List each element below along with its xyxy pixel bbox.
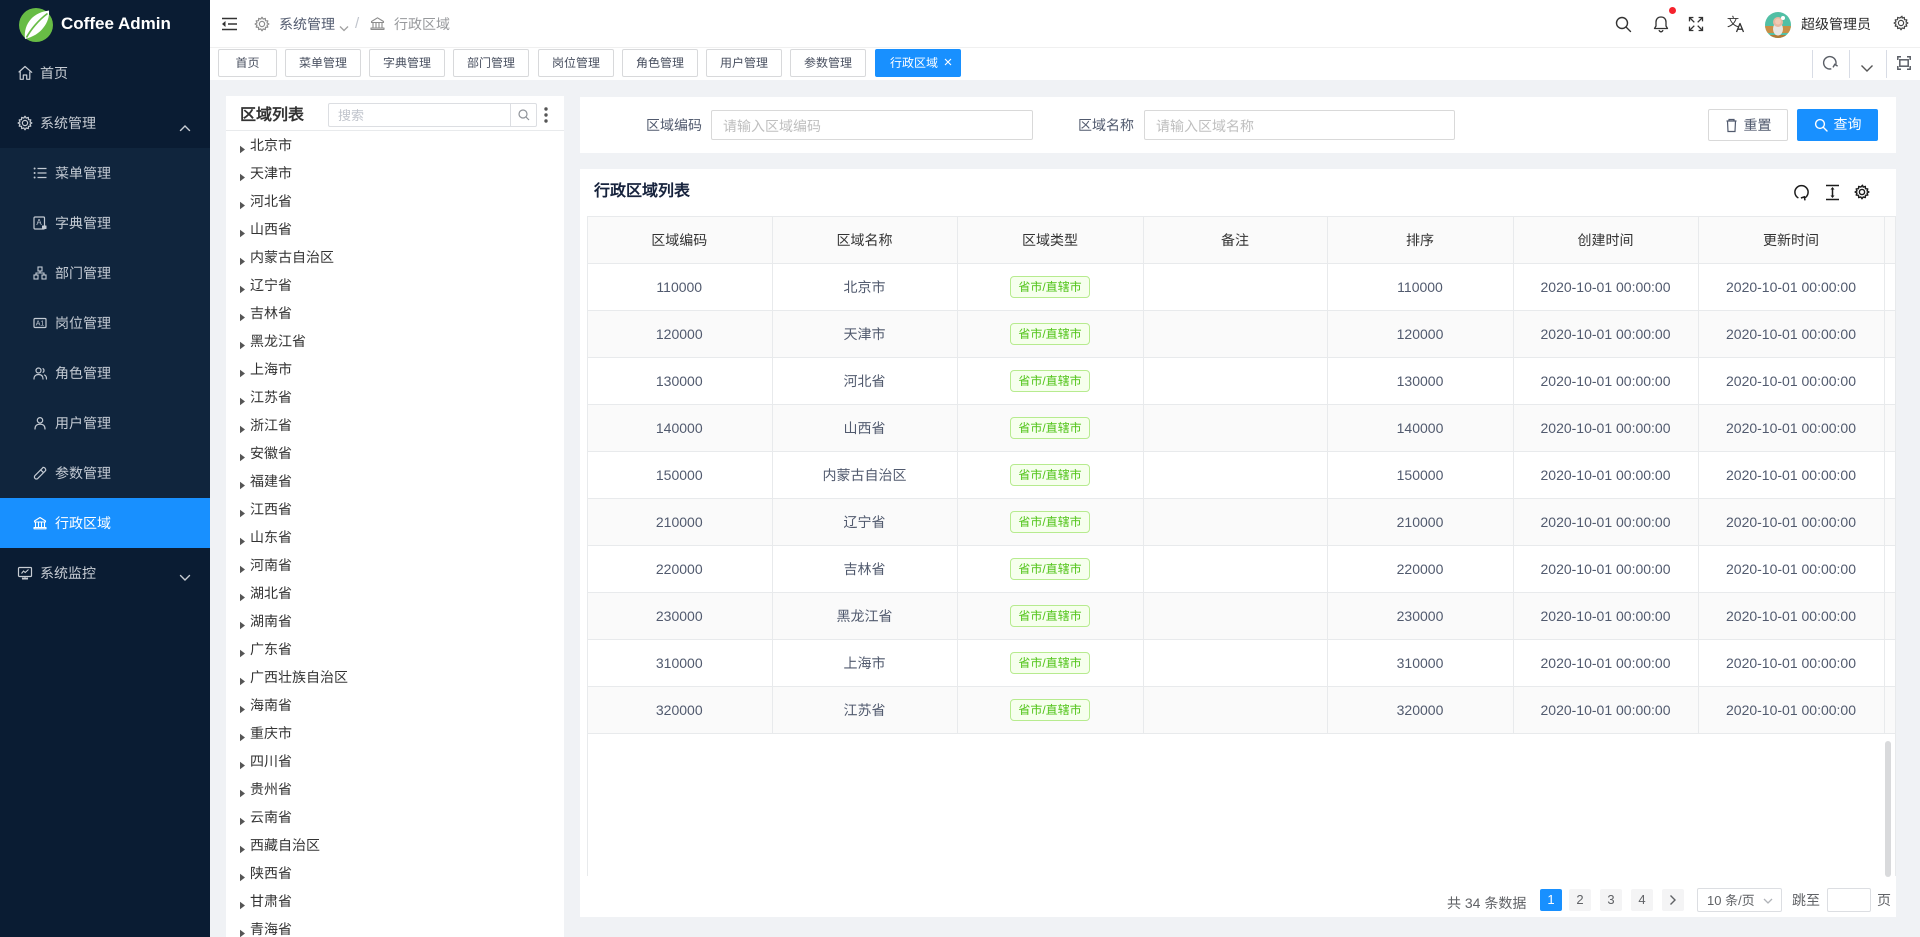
svg-text:A1: A1: [36, 321, 45, 328]
svg-text:文: 文: [1727, 15, 1739, 30]
svg-text:A: A: [36, 218, 42, 227]
